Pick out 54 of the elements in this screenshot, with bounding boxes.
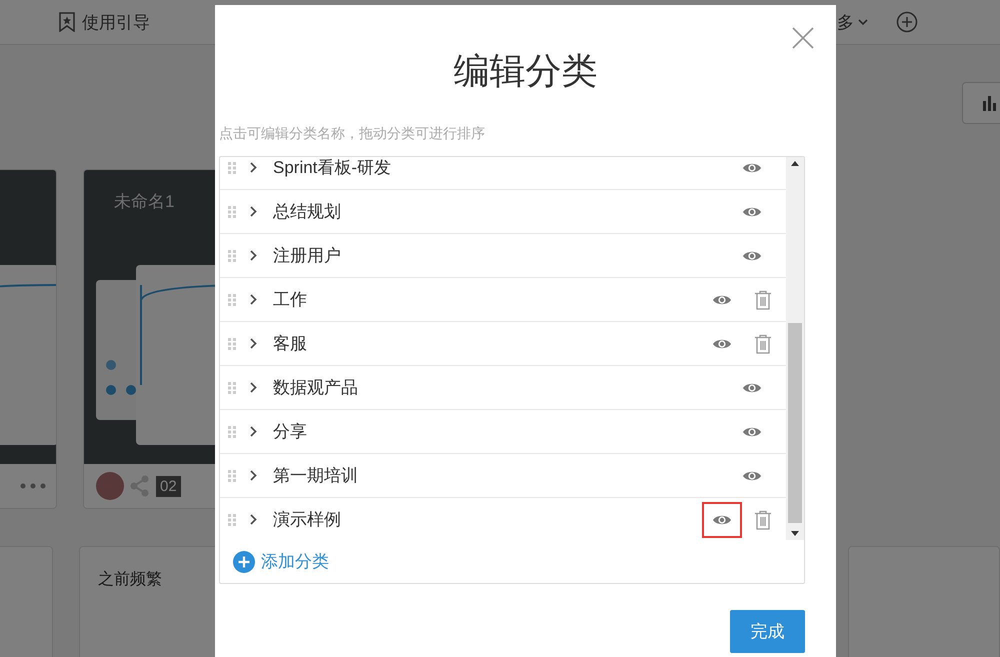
add-icon[interactable] — [896, 11, 918, 33]
category-name[interactable]: 客服 — [273, 332, 307, 355]
avatar-icon — [96, 472, 124, 500]
drag-handle-icon[interactable] — [228, 382, 236, 394]
drag-handle-icon[interactable] — [228, 470, 236, 482]
close-icon[interactable] — [792, 27, 814, 49]
expand-icon[interactable] — [250, 470, 257, 481]
hint-text: 点击可编辑分类名称，拖动分类可进行排序 — [219, 125, 486, 143]
expand-icon[interactable] — [250, 206, 257, 217]
category-row[interactable]: 分享 — [220, 410, 786, 454]
expand-icon[interactable] — [250, 162, 257, 173]
drag-handle-icon[interactable] — [228, 514, 236, 526]
expand-icon[interactable] — [250, 294, 257, 305]
category-name[interactable]: 第一期培训 — [273, 464, 358, 487]
chevron-down-icon — [858, 18, 868, 26]
expand-icon[interactable] — [250, 338, 257, 349]
drag-handle-icon[interactable] — [228, 294, 236, 306]
trash-icon[interactable] — [754, 290, 772, 310]
plus-icon — [233, 550, 255, 572]
dialog-title: 编辑分类 — [452, 49, 598, 93]
category-row[interactable]: Sprint看板-研发 — [220, 157, 786, 190]
drag-handle-icon[interactable] — [228, 426, 236, 438]
category-name[interactable]: 分享 — [273, 420, 307, 443]
category-name[interactable]: 注册用户 — [273, 244, 341, 267]
drag-handle-icon[interactable] — [228, 162, 236, 174]
category-name[interactable]: 工作 — [273, 288, 307, 311]
category-name[interactable]: 数据观产品 — [273, 376, 358, 399]
category-row[interactable]: 总结规划 — [220, 190, 786, 234]
trash-icon[interactable] — [754, 510, 772, 530]
category-name[interactable]: 总结规划 — [273, 200, 341, 223]
guide-link[interactable]: 使用引导 — [58, 10, 150, 34]
expand-icon[interactable] — [250, 250, 257, 261]
scrollbar[interactable] — [786, 157, 804, 540]
drag-handle-icon[interactable] — [228, 250, 236, 262]
drag-handle-icon[interactable] — [228, 206, 236, 218]
category-row[interactable]: 客服 — [220, 322, 786, 366]
category-name[interactable]: 演示样例 — [273, 508, 341, 531]
expand-icon[interactable] — [250, 426, 257, 437]
category-row[interactable]: 注册用户 — [220, 234, 786, 278]
category-row[interactable]: 第一期培训 — [220, 454, 786, 498]
trash-icon[interactable] — [754, 334, 772, 354]
expand-icon[interactable] — [250, 382, 257, 393]
card-title: 未命名1 — [114, 191, 174, 213]
bookmark-icon — [58, 12, 76, 32]
category-row[interactable]: 演示样例 — [220, 498, 786, 540]
date-badge: 02 — [156, 476, 181, 496]
category-row[interactable]: 工作 — [220, 278, 786, 322]
category-name[interactable]: Sprint看板-研发 — [273, 157, 392, 179]
more-icon[interactable] — [20, 483, 46, 489]
category-row[interactable]: 数据观产品 — [220, 366, 786, 410]
drag-handle-icon[interactable] — [228, 338, 236, 350]
note-text: 之前频繁 — [98, 571, 162, 588]
more-menu[interactable]: 多 — [837, 10, 868, 34]
expand-icon[interactable] — [250, 514, 257, 525]
